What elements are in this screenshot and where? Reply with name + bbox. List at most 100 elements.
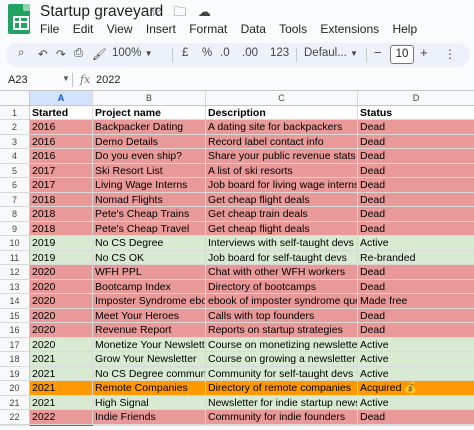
row-header[interactable]: 15 — [0, 308, 30, 323]
row-header[interactable]: 22 — [0, 410, 30, 425]
redo-icon[interactable]: ↷ — [56, 47, 66, 61]
decrease-decimal-button[interactable]: .0 — [220, 47, 230, 59]
cell-description[interactable]: Newsletter for indie startup news — [206, 395, 358, 410]
cell-started[interactable]: 2020 — [30, 265, 93, 280]
cell-started[interactable]: 2021 — [30, 352, 93, 367]
font-select[interactable]: Defaul... ▼ — [304, 47, 358, 59]
menu-extensions[interactable]: Extensions — [320, 22, 379, 36]
cell-started[interactable]: 2018 — [30, 192, 93, 207]
cell-started[interactable]: 2020 — [30, 308, 93, 323]
cell-started[interactable]: Started — [30, 105, 93, 120]
row-header[interactable]: 13 — [0, 279, 30, 294]
cell-project-name[interactable]: High Signal — [93, 395, 206, 410]
cell-description[interactable]: Job board for self-taught devs — [206, 250, 358, 265]
cell-description[interactable]: Community for indie founders — [206, 410, 358, 425]
number-format-button[interactable]: 123 — [270, 47, 289, 59]
row-header[interactable]: 7 — [0, 192, 30, 207]
cell-started[interactable]: 2019 — [30, 236, 93, 251]
cell-status[interactable]: Acquired 💰 — [358, 381, 474, 396]
cell-description[interactable]: Get cheap flight deals — [206, 221, 358, 236]
cell-started[interactable]: 2020 — [30, 337, 93, 352]
cell-description[interactable]: Directory of bootcamps — [206, 279, 358, 294]
paint-format-icon[interactable]: 🖌 — [92, 47, 107, 61]
row-header[interactable]: 9 — [0, 221, 30, 236]
cell-started[interactable]: 2020 — [30, 279, 93, 294]
cell-description[interactable]: Course on monetizing newsletters — [206, 337, 358, 352]
more-options-icon[interactable]: ⋮ — [444, 47, 456, 61]
menu-insert[interactable]: Insert — [146, 22, 176, 36]
cell-started[interactable]: 2017 — [30, 163, 93, 178]
cell-status[interactable]: Active — [358, 352, 474, 367]
cell-status[interactable]: Dead — [358, 192, 474, 207]
cell-description[interactable]: Get cheap flight deals — [206, 192, 358, 207]
cell-status[interactable]: Dead — [358, 207, 474, 222]
cell-description[interactable]: Job board for living wage internships — [206, 178, 358, 193]
cell-description[interactable]: ebook of imposter syndrome quotes — [206, 294, 358, 309]
column-header-d[interactable]: D — [358, 91, 474, 106]
cell-status[interactable]: Dead — [358, 120, 474, 135]
cell-project-name[interactable]: Demo Details — [93, 134, 206, 149]
cell-description[interactable]: Course on growing a newsletter — [206, 352, 358, 367]
row-header[interactable]: 19 — [0, 366, 30, 381]
row-header[interactable]: 8 — [0, 207, 30, 222]
cell-started[interactable]: 2016 — [30, 120, 93, 135]
cell-description[interactable]: A dating site for backpackers — [206, 120, 358, 135]
row-header[interactable]: 18 — [0, 352, 30, 367]
cell-status[interactable]: Status — [358, 105, 474, 120]
cell-started[interactable]: 2022 — [30, 410, 93, 425]
font-size-input[interactable]: 10 — [390, 45, 414, 64]
row-header[interactable]: 12 — [0, 265, 30, 280]
cell-status[interactable]: Dead — [358, 323, 474, 338]
cell-status[interactable]: Dead — [358, 308, 474, 323]
cell-status[interactable]: Made free — [358, 294, 474, 309]
cell-description[interactable]: A list of ski resorts — [206, 163, 358, 178]
row-header[interactable]: 5 — [0, 163, 30, 178]
cell-project-name[interactable]: Revenue Report — [93, 323, 206, 338]
cell-started[interactable]: 2017 — [30, 178, 93, 193]
cell-status[interactable]: Dead — [358, 163, 474, 178]
menu-help[interactable]: Help — [392, 22, 417, 36]
cell-started[interactable]: 2018 — [30, 207, 93, 222]
row-header[interactable]: 14 — [0, 294, 30, 309]
sheets-logo-icon[interactable] — [8, 4, 30, 34]
menu-edit[interactable]: Edit — [73, 22, 94, 36]
undo-icon[interactable]: ↶ — [38, 47, 48, 61]
document-title[interactable]: Startup graveyard — [40, 3, 163, 21]
cell-started[interactable]: 2020 — [30, 323, 93, 338]
row-header[interactable]: 21 — [0, 395, 30, 410]
cell-description[interactable]: Record label contact info — [206, 134, 358, 149]
decrease-font-size-button[interactable]: − — [374, 45, 382, 60]
cell-status[interactable]: Re-branded — [358, 250, 474, 265]
formula-input[interactable]: 2022 — [96, 74, 120, 86]
increase-font-size-button[interactable]: + — [420, 45, 428, 60]
cell-description[interactable]: Chat with other WFH workers — [206, 265, 358, 280]
cell-project-name[interactable]: No CS Degree community — [93, 366, 206, 381]
cell-started[interactable]: 2021 — [30, 366, 93, 381]
cell-project-name[interactable]: Indie Friends — [93, 410, 206, 425]
cell-started[interactable]: 2021 — [30, 395, 93, 410]
cell-status[interactable]: Dead — [358, 221, 474, 236]
row-header[interactable]: 1 — [0, 105, 30, 120]
cell-status[interactable]: Active — [358, 366, 474, 381]
cell-status[interactable]: Dead — [358, 178, 474, 193]
cell-project-name[interactable]: No CS OK — [93, 250, 206, 265]
column-header-c[interactable]: C — [206, 91, 358, 106]
cell-description[interactable]: Share your public revenue stats — [206, 149, 358, 164]
menu-view[interactable]: View — [107, 22, 133, 36]
cell-started[interactable]: 2021 — [30, 381, 93, 396]
cell-description[interactable]: Directory of remote companies — [206, 381, 358, 396]
cell-project-name[interactable]: Grow Your Newsletter — [93, 352, 206, 367]
cell-status[interactable]: Dead — [358, 134, 474, 149]
zoom-select[interactable]: 100% ▼ — [112, 47, 153, 59]
cell-started[interactable]: 2018 — [30, 221, 93, 236]
increase-decimal-button[interactable]: .00 — [242, 47, 258, 59]
cell-started[interactable]: 2016 — [30, 134, 93, 149]
print-icon[interactable]: ⎙ — [74, 47, 83, 60]
cell-status[interactable]: Dead — [358, 279, 474, 294]
cell-project-name[interactable]: Project name — [93, 105, 206, 120]
cell-started[interactable]: 2016 — [30, 149, 93, 164]
cell-project-name[interactable]: Imposter Syndrome ebook — [93, 294, 206, 309]
row-header[interactable]: 16 — [0, 323, 30, 338]
cell-project-name[interactable]: Nomad Flights — [93, 192, 206, 207]
cell-description[interactable]: Get cheap train deals — [206, 207, 358, 222]
